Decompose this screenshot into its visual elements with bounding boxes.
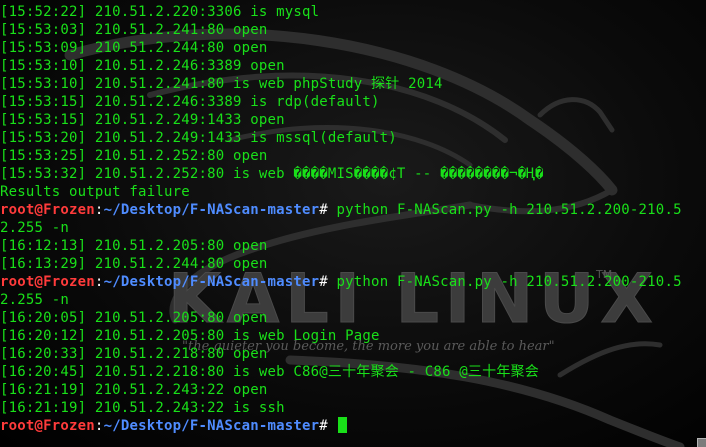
output-line: [15:53:25] 210.51.2.252:80 open: [0, 148, 268, 164]
prompt-user: root@Frozen: [0, 418, 95, 434]
output-line: [15:53:10] 210.51.2.241:80 is web phpStu…: [0, 76, 443, 92]
resize-grip[interactable]: [697, 438, 706, 447]
prompt-symbol: #: [319, 274, 337, 290]
output-line: [16:12:13] 210.51.2.205:80 open: [0, 238, 268, 254]
prompt-path: ~/Desktop/F-NAScan-master: [103, 202, 320, 218]
output-line: [15:53:09] 210.51.2.244:80 open: [0, 40, 268, 56]
prompt-separator: :: [94, 202, 104, 218]
prompt-symbol: #: [319, 418, 337, 434]
output-line: [15:53:20] 210.51.2.249:1433 is mssql(de…: [0, 130, 397, 146]
output-line: [16:20:12] 210.51.2.205:80 is web Login …: [0, 328, 380, 344]
prompt-line: root@Frozen:~/Desktop/F-NAScan-master#: [0, 417, 706, 435]
terminal-output: [15:52:22] 210.51.2.220:3306 is mysql [15…: [0, 3, 706, 435]
output-line: [15:53:15] 210.51.2.246:3389 is rdp(defa…: [0, 94, 380, 110]
output-line: [16:21:19] 210.51.2.243:22 is ssh: [0, 400, 285, 416]
prompt-path: ~/Desktop/F-NAScan-master: [103, 418, 320, 434]
prompt-separator: :: [94, 418, 104, 434]
text-cursor[interactable]: [337, 417, 347, 433]
output-line: [16:21:19] 210.51.2.243:22 open: [0, 382, 268, 398]
output-line: [15:53:10] 210.51.2.246:3389 open: [0, 58, 285, 74]
output-line: [15:52:22] 210.51.2.220:3306 is mysql: [0, 4, 320, 20]
output-line: [16:20:45] 210.51.2.218:80 is web C86@三十…: [0, 364, 539, 380]
output-line: [15:53:15] 210.51.2.249:1433 open: [0, 112, 285, 128]
output-line: 2.255 -n: [0, 220, 70, 236]
output-line: [16:20:33] 210.51.2.218:80 open: [0, 346, 268, 362]
command-text: python F-NAScan.py -h 210.51.2.200-210.5: [336, 202, 682, 218]
output-line: [15:53:32] 210.51.2.252:80 is web ����MI…: [0, 166, 544, 182]
prompt-symbol: #: [319, 202, 337, 218]
output-line: [16:20:05] 210.51.2.205:80 open: [0, 310, 268, 326]
output-line: 2.255 -n: [0, 292, 70, 308]
prompt-user: root@Frozen: [0, 202, 95, 218]
command-text: python F-NAScan.py -h 210.51.2.200-210.5: [336, 274, 682, 290]
output-line: [15:53:03] 210.51.2.241:80 open: [0, 22, 268, 38]
prompt-separator: :: [94, 274, 104, 290]
prompt-path: ~/Desktop/F-NAScan-master: [103, 274, 320, 290]
terminal-window[interactable]: KALI LINUX TM "the quieter you become, t…: [0, 0, 706, 447]
prompt-line: root@Frozen:~/Desktop/F-NAScan-master# p…: [0, 201, 706, 219]
output-line: [16:13:29] 210.51.2.244:80 open: [0, 256, 268, 272]
prompt-line: root@Frozen:~/Desktop/F-NAScan-master# p…: [0, 273, 706, 291]
prompt-user: root@Frozen: [0, 274, 95, 290]
output-line: Results output failure: [0, 184, 190, 200]
